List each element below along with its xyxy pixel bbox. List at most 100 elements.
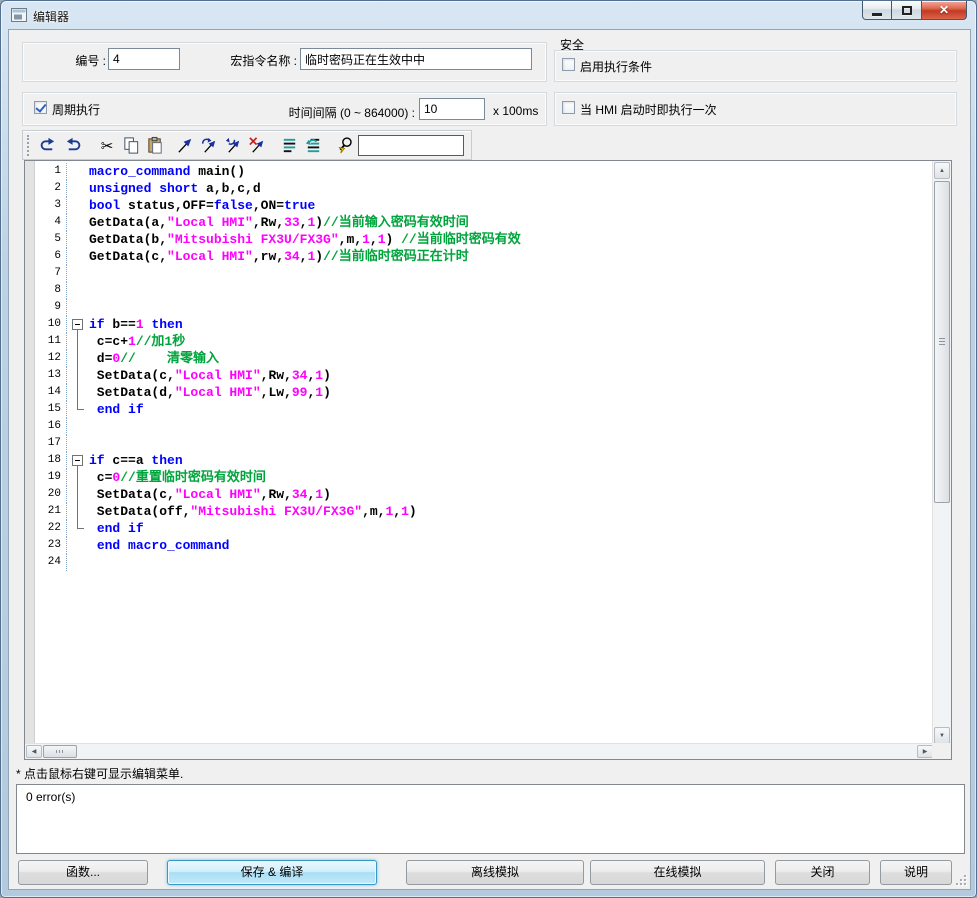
bookmark-next-icon[interactable] bbox=[199, 135, 219, 156]
app-icon bbox=[11, 8, 27, 22]
fold-margin bbox=[67, 554, 89, 571]
editor-toolbar: ✂ bbox=[22, 130, 472, 160]
bookmark-toggle-icon[interactable] bbox=[175, 135, 195, 156]
code-line-text: if c==a then bbox=[89, 452, 183, 469]
window-title: 编辑器 bbox=[33, 8, 69, 25]
indent-icon[interactable] bbox=[279, 135, 299, 156]
periodic-checkbox[interactable] bbox=[34, 101, 47, 114]
macro-name-input[interactable] bbox=[300, 48, 532, 70]
copy-icon[interactable] bbox=[121, 135, 141, 156]
scroll-up-arrow[interactable]: ▲ bbox=[934, 162, 950, 179]
paste-icon[interactable] bbox=[145, 135, 165, 156]
line-number: 6 bbox=[37, 248, 67, 265]
code-line-text: end if bbox=[89, 401, 144, 418]
help-button[interactable]: 说明 bbox=[880, 860, 952, 885]
horizontal-scrollbar[interactable]: ◀ ▶ bbox=[25, 743, 934, 759]
scrollbar-corner bbox=[932, 743, 951, 759]
run-on-startup-checkbox[interactable] bbox=[562, 101, 575, 114]
fold-margin bbox=[67, 469, 89, 486]
fold-collapse-icon[interactable] bbox=[72, 319, 83, 330]
horizontal-scroll-thumb[interactable] bbox=[43, 745, 77, 758]
online-simulation-button[interactable]: 在线模拟 bbox=[590, 860, 765, 885]
code-line: 20 SetData(c,"Local HMI",Rw,34,1) bbox=[25, 486, 932, 503]
close-dialog-button[interactable]: 关闭 bbox=[775, 860, 870, 885]
fold-margin bbox=[67, 163, 89, 180]
vertical-scroll-thumb[interactable] bbox=[934, 181, 950, 503]
fold-margin bbox=[67, 367, 89, 384]
toolbar-grip[interactable] bbox=[27, 135, 30, 156]
toolbar-search-input[interactable] bbox=[358, 135, 464, 156]
resize-grip[interactable] bbox=[954, 873, 966, 885]
line-number: 22 bbox=[37, 520, 67, 537]
compile-output-box: 0 error(s) bbox=[16, 784, 965, 854]
macro-id-label: 编号 : bbox=[49, 52, 106, 69]
macro-name-label: 宏指令名称 : bbox=[207, 52, 297, 69]
code-line: 4GetData(a,"Local HMI",Rw,33,1)//当前输入密码有… bbox=[25, 214, 932, 231]
code-line-text: SetData(c,"Local HMI",Rw,34,1) bbox=[89, 367, 331, 384]
line-number: 10 bbox=[37, 316, 67, 333]
fold-margin bbox=[67, 180, 89, 197]
edit-hint-text: * 点击鼠标右键可显示编辑菜单. bbox=[16, 765, 183, 782]
title-bar[interactable]: 编辑器 ✕ bbox=[1, 1, 976, 29]
code-line-text: bool status,OFF=false,ON=true bbox=[89, 197, 315, 214]
code-line-text: c=0//重置临时密码有效时间 bbox=[89, 469, 266, 486]
code-line-text: if b==1 then bbox=[89, 316, 183, 333]
redo-icon[interactable] bbox=[63, 135, 83, 156]
code-line: 16 bbox=[25, 418, 932, 435]
line-number: 17 bbox=[37, 435, 67, 452]
macro-id-input[interactable] bbox=[108, 48, 180, 70]
close-button[interactable]: ✕ bbox=[921, 1, 967, 20]
scroll-right-arrow[interactable]: ▶ bbox=[917, 745, 933, 758]
code-line: 9 bbox=[25, 299, 932, 316]
fold-margin bbox=[67, 248, 89, 265]
interval-input[interactable] bbox=[419, 98, 485, 120]
line-number: 24 bbox=[37, 554, 67, 571]
fold-margin bbox=[67, 418, 89, 435]
fold-collapse-icon[interactable] bbox=[72, 455, 83, 466]
exec-condition-label: 启用执行条件 bbox=[580, 58, 652, 75]
bookmark-prev-icon[interactable] bbox=[223, 135, 243, 156]
code-line: 22 end if bbox=[25, 520, 932, 537]
line-number: 8 bbox=[37, 282, 67, 299]
code-editor: 1macro_command main()2unsigned short a,b… bbox=[24, 160, 952, 760]
code-lines: 1macro_command main()2unsigned short a,b… bbox=[25, 163, 932, 571]
code-line: 2unsigned short a,b,c,d bbox=[25, 180, 932, 197]
fold-margin bbox=[67, 384, 89, 401]
find-icon[interactable] bbox=[335, 135, 355, 156]
line-number: 18 bbox=[37, 452, 67, 469]
maximize-button[interactable] bbox=[892, 1, 921, 20]
minimize-button[interactable] bbox=[862, 1, 892, 20]
line-number: 7 bbox=[37, 265, 67, 282]
interval-unit-label: x 100ms bbox=[493, 104, 538, 118]
save-compile-button[interactable]: 保存 & 编译 bbox=[167, 860, 377, 885]
vertical-scrollbar[interactable]: ▲ ▼ bbox=[932, 161, 951, 745]
code-text-area[interactable]: 1macro_command main()2unsigned short a,b… bbox=[25, 161, 932, 743]
editor-window: 编辑器 ✕ 编号 : 宏指令名称 : 安全 启用执行条件 周期执行 时间间隔 (… bbox=[0, 0, 977, 898]
fold-margin bbox=[67, 452, 89, 469]
line-number: 4 bbox=[37, 214, 67, 231]
code-line-text: GetData(c,"Local HMI",rw,34,1)//当前临时密码正在… bbox=[89, 248, 469, 265]
functions-button[interactable]: 函数... bbox=[18, 860, 148, 885]
minimize-icon bbox=[872, 13, 882, 16]
code-line-text: GetData(b,"Mitsubishi FX3U/FX3G",m,1,1) … bbox=[89, 231, 521, 248]
offline-simulation-button[interactable]: 离线模拟 bbox=[406, 860, 584, 885]
scroll-down-arrow[interactable]: ▼ bbox=[934, 727, 950, 744]
fold-margin bbox=[67, 537, 89, 554]
exec-condition-checkbox[interactable] bbox=[562, 58, 575, 71]
code-line: 13 SetData(c,"Local HMI",Rw,34,1) bbox=[25, 367, 932, 384]
code-line: 8 bbox=[25, 282, 932, 299]
close-icon: ✕ bbox=[939, 2, 949, 19]
undo-icon[interactable] bbox=[37, 135, 57, 156]
line-number: 20 bbox=[37, 486, 67, 503]
code-line: 6 GetData(c,"Local HMI",rw,34,1)//当前临时密码正… bbox=[25, 248, 932, 265]
scroll-left-arrow[interactable]: ◀ bbox=[26, 745, 42, 758]
fold-margin bbox=[67, 520, 89, 537]
cut-icon[interactable]: ✂ bbox=[97, 135, 117, 156]
line-number: 21 bbox=[37, 503, 67, 520]
fold-margin bbox=[67, 350, 89, 367]
bookmark-clear-icon[interactable] bbox=[247, 135, 267, 156]
line-number: 12 bbox=[37, 350, 67, 367]
outdent-icon[interactable] bbox=[303, 135, 323, 156]
code-line: 12 d=0// 清零输入 bbox=[25, 350, 932, 367]
fold-margin bbox=[67, 316, 89, 333]
